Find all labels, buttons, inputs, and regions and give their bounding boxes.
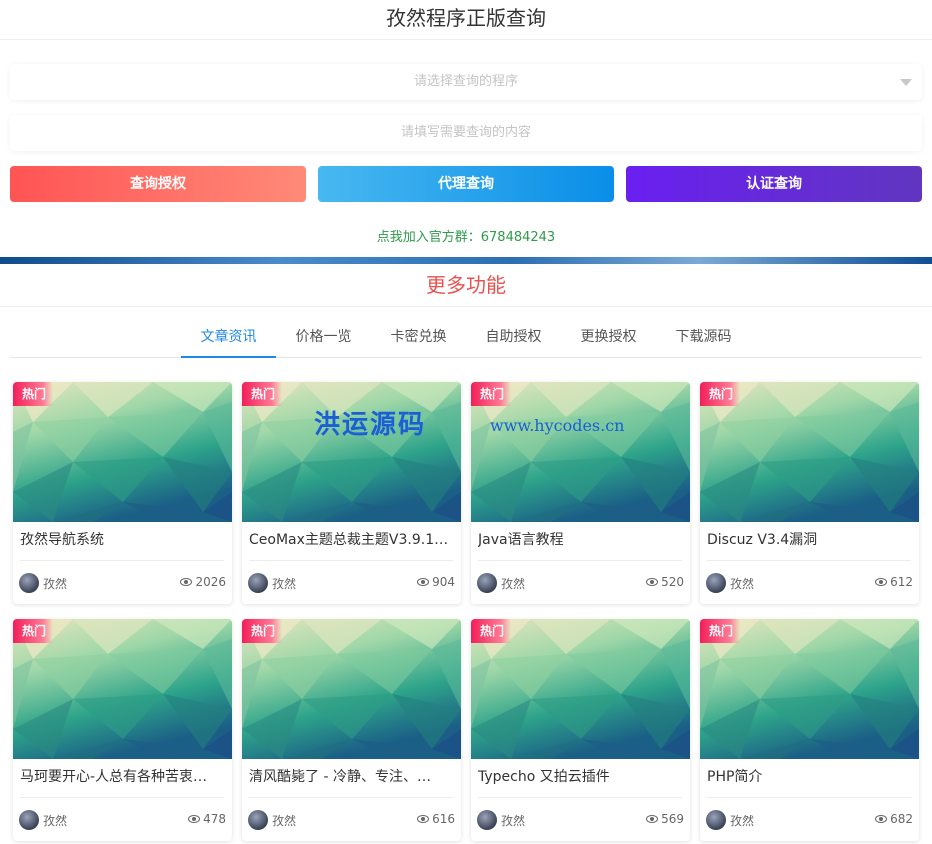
article-title[interactable]: CeoMax主题总裁主题V3.9.1… [249,529,455,549]
view-count-value: 904 [432,575,455,589]
hot-badge: 热门 [700,382,740,406]
view-count: 612 [875,575,913,589]
card-divider [478,560,682,561]
view-count: 616 [417,812,455,826]
hot-badge: 热门 [242,619,282,643]
author-name: 孜然 [730,577,755,591]
avatar [248,573,268,593]
author-name: 孜然 [43,814,68,828]
article-title[interactable]: PHP简介 [707,766,913,786]
article-title[interactable]: 马珂要开心-人总有各种苦衷… [20,766,226,786]
chevron-down-icon[interactable] [900,79,912,86]
article-title[interactable]: Discuz V3.4漏洞 [707,529,913,549]
view-count-value: 682 [890,812,913,826]
author-name: 孜然 [272,577,297,591]
avatar [19,810,39,830]
view-count-value: 2026 [195,575,226,589]
view-count: 2026 [180,575,226,589]
view-count-value: 520 [661,575,684,589]
view-count: 904 [417,575,455,589]
tab-self-auth[interactable]: 自助授权 [476,318,551,358]
hot-badge: 热门 [471,382,511,406]
article-card[interactable]: 热门 Typecho 又拍云插件 孜然 569 [471,619,690,841]
view-count-value: 612 [890,575,913,589]
tab-prices[interactable]: 价格一览 [286,318,361,358]
eye-icon [180,578,193,586]
watermark-cn: 洪运源码 [314,410,427,440]
join-group-link[interactable]: 点我加入官方群：678484243 [0,226,932,245]
avatar [706,810,726,830]
view-count-value: 478 [203,812,226,826]
tab-change-auth[interactable]: 更换授权 [571,318,646,358]
tab-download-source[interactable]: 下载源码 [666,318,741,358]
cert-query-button[interactable]: 认证查询 [626,166,922,202]
page-title: 孜然程序正版查询 [0,0,932,40]
author-name: 孜然 [501,577,526,591]
query-auth-button[interactable]: 查询授权 [10,166,306,202]
avatar [19,573,39,593]
card-divider [707,560,911,561]
card-divider [249,560,453,561]
card-divider [20,560,224,561]
hot-badge: 热门 [471,619,511,643]
article-title[interactable]: Java语言教程 [478,529,684,549]
program-select-placeholder: 请选择查询的程序 [413,74,518,89]
eye-icon [875,815,888,823]
query-content-placeholder: 请填写需要查询的内容 [400,125,531,140]
eye-icon [646,578,659,586]
banner-divider [0,257,932,264]
article-card[interactable]: 热门 马珂要开心-人总有各种苦衷… 孜然 478 [13,619,232,841]
tab-card-redeem[interactable]: 卡密兑换 [381,318,456,358]
hot-badge: 热门 [700,619,740,643]
feature-tabs: 文章资讯 价格一览 卡密兑换 自助授权 更换授权 下载源码 [10,318,922,358]
author-name: 孜然 [272,814,297,828]
view-count: 569 [646,812,684,826]
author-name: 孜然 [730,814,755,828]
more-features-title: 更多功能 [0,264,932,307]
eye-icon [417,578,430,586]
avatar [477,810,497,830]
query-content-input[interactable]: 请填写需要查询的内容 [10,115,922,151]
view-count-value: 569 [661,812,684,826]
author-name: 孜然 [501,814,526,828]
card-divider [249,797,453,798]
avatar [248,810,268,830]
eye-icon [417,815,430,823]
card-divider [707,797,911,798]
article-card[interactable]: 热门 清风酷毙了 - 冷静、专注、… 孜然 616 [242,619,461,841]
eye-icon [875,578,888,586]
article-card[interactable]: 热门 孜然导航系统 孜然 2026 [13,382,232,604]
tab-articles[interactable]: 文章资讯 [181,318,276,358]
hot-badge: 热门 [13,382,53,406]
eye-icon [646,815,659,823]
avatar [706,573,726,593]
article-title[interactable]: 孜然导航系统 [20,529,226,549]
avatar [477,573,497,593]
article-card[interactable]: 热门 Discuz V3.4漏洞 孜然 612 [700,382,919,604]
article-title[interactable]: 清风酷毙了 - 冷静、专注、… [249,766,455,786]
hot-badge: 热门 [242,382,282,406]
article-card[interactable]: 热门 PHP简介 孜然 682 [700,619,919,841]
hot-badge: 热门 [13,619,53,643]
view-count: 682 [875,812,913,826]
program-select[interactable]: 请选择查询的程序 [10,64,922,100]
view-count: 478 [188,812,226,826]
eye-icon [188,815,201,823]
card-divider [478,797,682,798]
card-divider [20,797,224,798]
article-title[interactable]: Typecho 又拍云插件 [478,766,684,786]
view-count: 520 [646,575,684,589]
author-name: 孜然 [43,577,68,591]
view-count-value: 616 [432,812,455,826]
agent-query-button[interactable]: 代理查询 [318,166,614,202]
watermark-url: www.hycodes.cn [490,416,625,435]
